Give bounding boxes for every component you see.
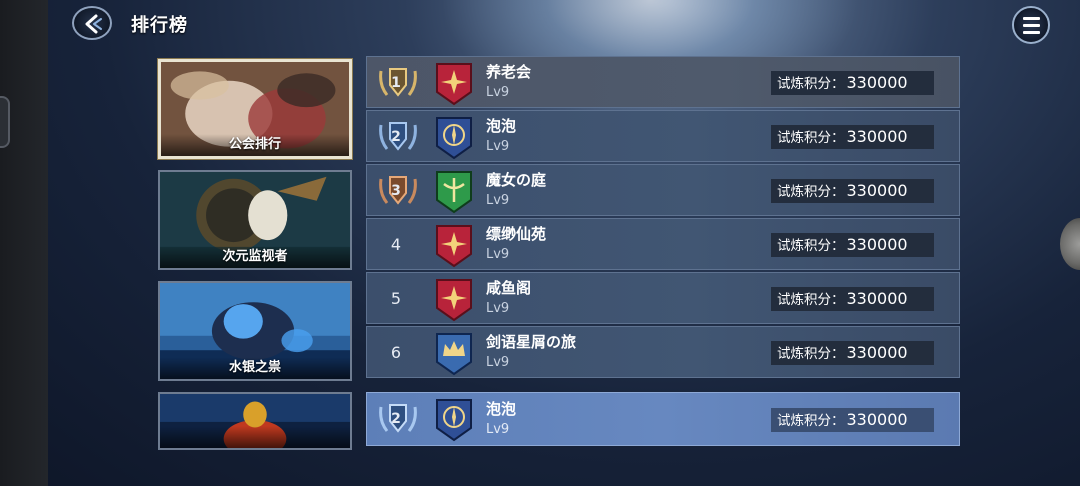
back-button[interactable] bbox=[72, 6, 112, 40]
guild-name: 泡泡 bbox=[486, 117, 517, 135]
blue-compass-emblem-icon bbox=[436, 399, 472, 442]
score-label: 试炼积分： bbox=[777, 346, 845, 362]
category-card-fourth[interactable] bbox=[158, 392, 352, 450]
guild-level: Lv9 bbox=[486, 355, 510, 370]
category-card-guild[interactable]: 公会排行 bbox=[158, 59, 352, 159]
score-label: 试炼积分： bbox=[777, 413, 845, 429]
rank-number: 2 bbox=[391, 411, 401, 427]
ranking-row[interactable]: 6 剑语星屑の旅 Lv9 试炼积分： 330000 bbox=[366, 326, 960, 378]
left-edge-bar bbox=[0, 0, 48, 486]
score-label: 试炼积分： bbox=[777, 292, 845, 308]
category-label: 公会排行 bbox=[161, 134, 349, 156]
side-tab[interactable] bbox=[0, 96, 10, 148]
rank-number: 2 bbox=[391, 129, 401, 145]
score-box: 试炼积分： 330000 bbox=[771, 179, 934, 203]
menu-icon bbox=[1023, 17, 1040, 20]
score-box: 试炼积分： 330000 bbox=[771, 341, 934, 365]
my-guild-row[interactable]: 2 泡泡 Lv9 试炼积分： 330000 bbox=[366, 392, 960, 446]
score-box: 试炼积分： 330000 bbox=[771, 233, 934, 257]
guild-name: 魔女の庭 bbox=[486, 171, 547, 189]
guild-level: Lv9 bbox=[486, 247, 510, 262]
category-card-mercury[interactable]: 水银之祟 bbox=[158, 281, 352, 381]
category-label bbox=[160, 426, 350, 448]
score-label: 试炼积分： bbox=[777, 184, 845, 200]
guild-level: Lv9 bbox=[486, 85, 510, 100]
score-value: 330000 bbox=[846, 181, 908, 200]
guild-name: 缥缈仙苑 bbox=[486, 225, 547, 243]
score-box: 试炼积分： 330000 bbox=[771, 408, 934, 432]
red-star-emblem-icon bbox=[436, 225, 472, 268]
menu-button[interactable] bbox=[1012, 6, 1050, 44]
score-value: 330000 bbox=[846, 127, 908, 146]
score-value: 330000 bbox=[846, 410, 908, 429]
rank-number: 6 bbox=[390, 343, 402, 362]
guild-level: Lv9 bbox=[486, 193, 510, 208]
page-title: 排行榜 bbox=[131, 15, 188, 36]
score-label: 试炼积分： bbox=[777, 76, 845, 92]
guild-level: Lv9 bbox=[486, 422, 510, 437]
guild-name: 剑语星屑の旅 bbox=[486, 333, 577, 351]
blue-crown-emblem-icon bbox=[436, 333, 472, 376]
ranking-list[interactable]: 1 养老会 Lv9 试炼积分： 330000 2 泡泡 Lv9 试炼积分： 3300… bbox=[366, 56, 960, 390]
score-value: 330000 bbox=[846, 289, 908, 308]
blue-compass-emblem-icon bbox=[436, 117, 472, 160]
score-value: 330000 bbox=[846, 235, 908, 254]
red-star-emblem-icon bbox=[436, 63, 472, 106]
score-box: 试炼积分： 330000 bbox=[771, 71, 934, 95]
score-value: 330000 bbox=[846, 73, 908, 92]
score-label: 试炼积分： bbox=[777, 238, 845, 254]
ranking-row[interactable]: 5 咸鱼阁 Lv9 试炼积分： 330000 bbox=[366, 272, 960, 324]
ranking-row[interactable]: 1 养老会 Lv9 试炼积分： 330000 bbox=[366, 56, 960, 108]
guild-name: 养老会 bbox=[486, 63, 532, 81]
guild-name: 咸鱼阁 bbox=[486, 279, 532, 297]
category-label: 次元监视者 bbox=[160, 246, 350, 268]
rank-number: 3 bbox=[391, 183, 401, 199]
ranking-row[interactable]: 4 缥缈仙苑 Lv9 试炼积分： 330000 bbox=[366, 218, 960, 270]
rank-number: 4 bbox=[390, 235, 402, 254]
guild-level: Lv9 bbox=[486, 301, 510, 316]
category-label: 水银之祟 bbox=[160, 357, 350, 379]
ranking-row[interactable]: 2 泡泡 Lv9 试炼积分： 330000 bbox=[366, 110, 960, 162]
score-label: 试炼积分： bbox=[777, 130, 845, 146]
green-wing-emblem-icon bbox=[436, 171, 472, 214]
guild-level: Lv9 bbox=[486, 139, 510, 154]
rank-number: 5 bbox=[390, 289, 402, 308]
red-star-emblem-icon bbox=[436, 279, 472, 322]
guild-name: 泡泡 bbox=[486, 400, 517, 418]
score-box: 试炼积分： 330000 bbox=[771, 287, 934, 311]
rank-number: 1 bbox=[391, 75, 401, 91]
score-box: 试炼积分： 330000 bbox=[771, 125, 934, 149]
ranking-row[interactable]: 3 魔女の庭 Lv9 试炼积分： 330000 bbox=[366, 164, 960, 216]
score-value: 330000 bbox=[846, 343, 908, 362]
category-card-dimension-watcher[interactable]: 次元监视者 bbox=[158, 170, 352, 270]
back-arrow-icon bbox=[85, 14, 102, 34]
side-handle[interactable] bbox=[1060, 218, 1080, 270]
